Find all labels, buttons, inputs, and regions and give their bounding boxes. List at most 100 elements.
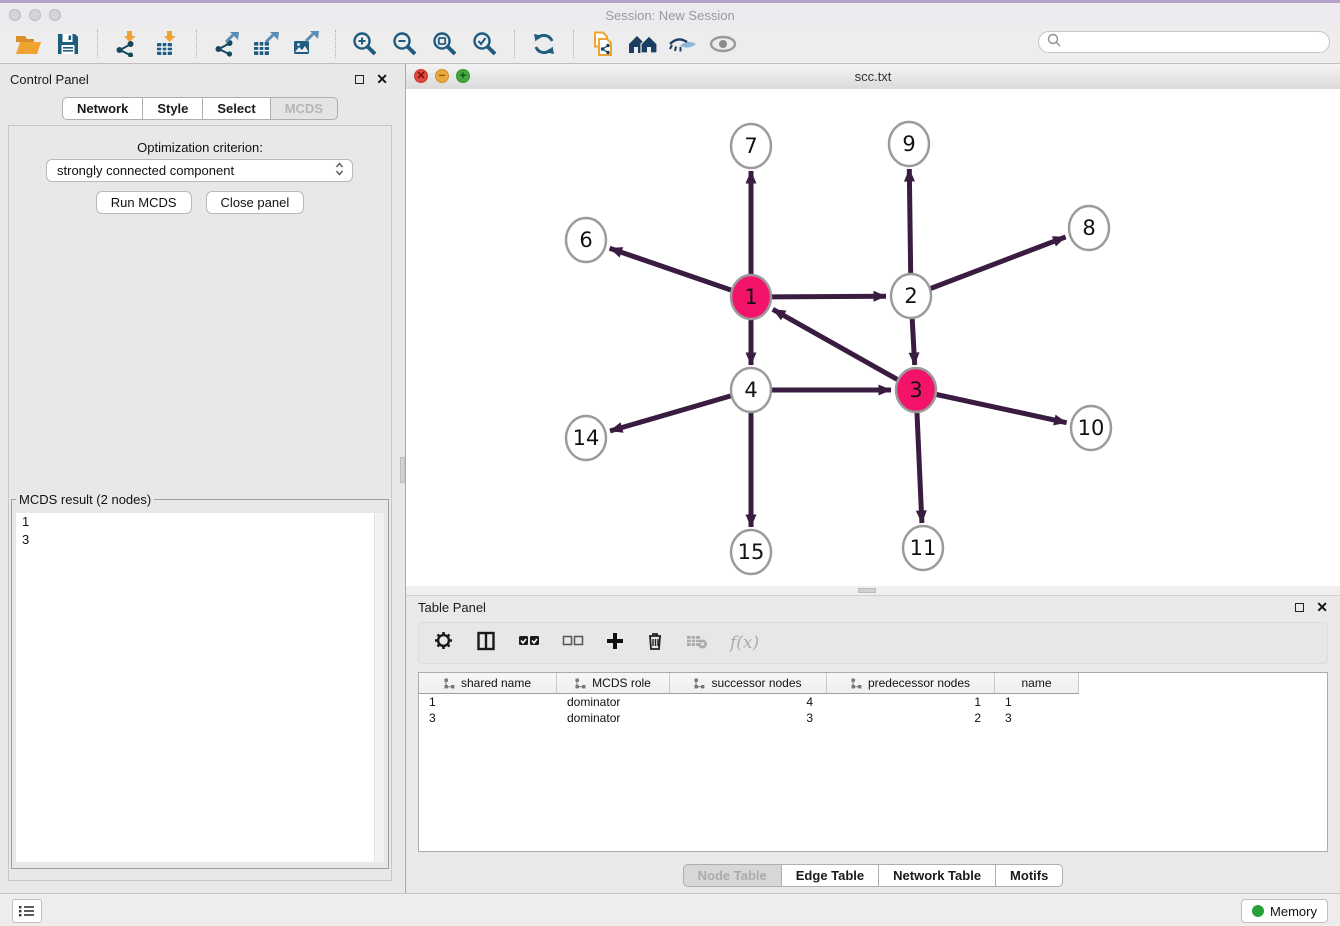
horizontal-splitter[interactable] (406, 586, 1340, 595)
hide-graphics-details-icon[interactable] (668, 29, 698, 59)
table-tabs: Node Table Edge Table Network Table Moti… (406, 864, 1340, 887)
import-table-icon[interactable] (152, 29, 182, 59)
edge-1-2[interactable] (772, 296, 886, 297)
export-image-icon[interactable] (291, 29, 321, 59)
column-header-successor-nodes[interactable]: successor nodes (670, 673, 827, 694)
edge-3-10[interactable] (937, 395, 1067, 423)
criterion-select[interactable]: strongly connected component (46, 159, 353, 182)
control-panel: Control Panel ✕ Network Style Select MCD… (0, 64, 400, 893)
function-builder-icon: f(x) (730, 633, 759, 653)
column-header-predecessor-nodes[interactable]: predecessor nodes (827, 673, 995, 694)
memory-label: Memory (1270, 904, 1317, 919)
float-table-panel-icon[interactable] (1295, 603, 1304, 612)
tab-mcds[interactable]: MCDS (271, 97, 338, 120)
edge-4-14[interactable] (610, 396, 731, 431)
network-canvas[interactable]: 7968124314101511 (406, 89, 1340, 586)
graph-node-label-15: 15 (738, 540, 765, 564)
edge-2-3[interactable] (912, 317, 915, 365)
edge-2-8[interactable] (931, 237, 1066, 289)
search-icon (1047, 33, 1061, 52)
vertical-splitter-handle[interactable] (400, 457, 405, 483)
status-bar: Memory (0, 893, 1340, 926)
run-mcds-button[interactable]: Run MCDS (96, 191, 192, 214)
deselect-all-rows-icon[interactable] (562, 634, 584, 653)
list-icon (19, 905, 35, 917)
network-window-title: scc.txt (406, 69, 1340, 84)
mcds-result-item: 3 (16, 531, 384, 549)
control-panel-header: Control Panel ✕ (0, 64, 400, 95)
zoom-selected-icon[interactable] (470, 29, 500, 59)
tab-style[interactable]: Style (143, 97, 203, 120)
column-type-icon (444, 678, 455, 689)
mcds-result-list[interactable]: 1 3 (16, 513, 384, 862)
zoom-in-icon[interactable] (350, 29, 380, 59)
open-session-icon[interactable] (13, 29, 43, 59)
window-titlebar: Session: New Session (0, 0, 1340, 25)
mcds-result-item: 1 (16, 513, 384, 531)
delete-table-icon (686, 633, 708, 654)
save-session-icon[interactable] (53, 29, 83, 59)
home-view-icon[interactable] (628, 29, 658, 59)
close-table-panel-icon[interactable]: ✕ (1316, 602, 1328, 613)
search-input[interactable] (1067, 34, 1321, 50)
zoom-fit-icon[interactable] (430, 29, 460, 59)
optimization-criterion-label: Optimization criterion: (9, 140, 391, 155)
show-columns-icon[interactable] (476, 631, 496, 656)
graph-node-label-6: 6 (579, 228, 592, 252)
graph-node-label-11: 11 (910, 536, 937, 560)
control-panel-tabs: Network Style Select MCDS (0, 97, 400, 120)
select-all-rows-icon[interactable] (518, 634, 540, 653)
zoom-out-icon[interactable] (390, 29, 420, 59)
delete-column-trash-icon[interactable] (646, 631, 664, 656)
tab-network-table[interactable]: Network Table (879, 864, 996, 887)
tab-node-table[interactable]: Node Table (683, 864, 782, 887)
close-panel-button[interactable]: Close panel (206, 191, 305, 214)
network-window-titlebar: ✕ − + scc.txt (406, 64, 1340, 90)
column-type-icon (575, 678, 586, 689)
column-header-name[interactable]: name (995, 673, 1079, 694)
horizontal-splitter-handle[interactable] (858, 588, 876, 593)
export-table-icon[interactable] (251, 29, 281, 59)
memory-button[interactable]: Memory (1241, 899, 1328, 923)
column-type-icon (851, 678, 862, 689)
column-type-icon (694, 678, 705, 689)
criterion-select-value: strongly connected component (57, 163, 335, 178)
graph-node-label-7: 7 (744, 134, 757, 158)
refresh-view-icon[interactable] (529, 29, 559, 59)
close-panel-icon[interactable]: ✕ (376, 74, 388, 85)
graph-node-label-2: 2 (904, 284, 917, 308)
tab-edge-table[interactable]: Edge Table (782, 864, 879, 887)
tab-network[interactable]: Network (62, 97, 143, 120)
export-network-icon[interactable] (211, 29, 241, 59)
result-scrollbar[interactable] (374, 513, 384, 862)
search-box[interactable] (1038, 31, 1330, 53)
node-table[interactable]: shared name MCDS role successor nodes pr… (418, 672, 1328, 852)
show-graphics-details-icon[interactable] (708, 29, 738, 59)
edge-2-9[interactable] (909, 169, 910, 275)
tab-select[interactable]: Select (203, 97, 270, 120)
column-header-mcds-role[interactable]: MCDS role (557, 673, 670, 694)
import-network-icon[interactable] (112, 29, 142, 59)
task-history-button[interactable] (12, 899, 42, 923)
mcds-result-title: MCDS result (2 nodes) (16, 492, 154, 507)
mcds-panel: Optimization criterion: strongly connect… (8, 125, 392, 881)
create-column-plus-icon[interactable] (606, 632, 624, 655)
table-header-row: shared name MCDS role successor nodes pr… (419, 673, 1327, 694)
column-header-shared-name[interactable]: shared name (419, 673, 557, 694)
clone-network-icon[interactable] (588, 29, 618, 59)
application-window: Session: New Session (0, 0, 1340, 926)
toolbar-separator (335, 30, 336, 58)
memory-status-dot (1252, 905, 1264, 917)
edge-3-1[interactable] (773, 309, 898, 379)
graph-node-label-4: 4 (744, 378, 757, 402)
table-row[interactable]: 3 dominator 3 2 3 (419, 710, 1327, 726)
table-panel: Table Panel ✕ (406, 595, 1340, 893)
float-panel-icon[interactable] (355, 75, 364, 84)
table-settings-gear-icon[interactable] (433, 630, 454, 656)
edge-3-11[interactable] (917, 411, 922, 523)
control-panel-title: Control Panel (0, 64, 400, 95)
table-row[interactable]: 1 dominator 4 1 1 (419, 694, 1327, 710)
mcds-result-group: MCDS result (2 nodes) 1 3 (11, 492, 389, 869)
edge-1-6[interactable] (610, 248, 732, 290)
tab-motifs[interactable]: Motifs (996, 864, 1063, 887)
